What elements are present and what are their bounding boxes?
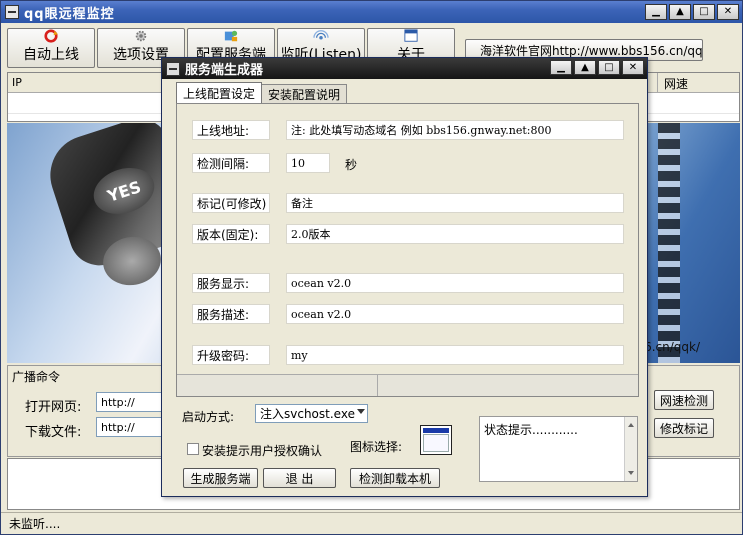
main-status-text: 未监听.... (9, 517, 61, 531)
interval-unit: 秒 (345, 158, 358, 172)
online-address-label: 上线地址: (192, 120, 270, 140)
scroll-up-icon[interactable] (628, 423, 634, 427)
generate-server-button[interactable]: 生成服务端 (183, 468, 258, 488)
main-titlebar[interactable]: qq眼远程监控 ▁ ▲ □ ✕ (1, 1, 742, 23)
main-title: qq眼远程监控 (24, 6, 115, 22)
chevron-down-icon[interactable] (357, 409, 365, 414)
auto-online-label: 自动上线 (23, 47, 79, 63)
auto-online-button[interactable]: 自动上线 (7, 28, 95, 68)
mark-input[interactable]: 备注 (286, 193, 624, 213)
window-app-icon (423, 434, 449, 452)
startup-select-value: 注入svchost.exe (260, 407, 355, 421)
upgrade-pwd-label: 升级密码: (192, 345, 270, 365)
service-desc-label: 服务描述: (192, 304, 270, 324)
upgrade-pwd-input[interactable]: my (286, 345, 624, 365)
server-generator-dialog: 服务端生成器 ▁ ▲ □ ✕ 上线配置设定 安装配置说明 上线地址: 注: 此处… (161, 57, 648, 497)
close-button[interactable]: ✕ (717, 4, 739, 20)
version-label: 版本(固定): (192, 224, 270, 244)
close-icon: ✕ (628, 61, 638, 73)
dialog-close-button[interactable]: ✕ (622, 60, 644, 75)
system-menu-icon[interactable] (5, 5, 19, 19)
restore-button[interactable]: ▲ (669, 4, 691, 20)
status-box-scrollbar[interactable] (624, 417, 637, 481)
download-file-input[interactable]: http:// (96, 417, 166, 437)
version-input: 2.0版本 (286, 224, 624, 244)
broadcast-legend: 广播命令 (12, 370, 61, 384)
tab-install-help[interactable]: 安装配置说明 (261, 84, 348, 103)
auto-online-icon (44, 29, 58, 43)
icon-preview-button[interactable] (420, 425, 452, 455)
minimize-icon: ▁ (557, 61, 565, 73)
exit-button[interactable]: 退 出 (263, 468, 336, 488)
dialog-minimize-button[interactable]: ▁ (550, 60, 572, 75)
dialog-restore-button[interactable]: ▲ (574, 60, 596, 75)
settings-gear-icon (135, 30, 147, 42)
dialog-maximize-button[interactable]: □ (598, 60, 620, 75)
service-display-input[interactable]: ocean v2.0 (286, 273, 624, 293)
close-icon: ✕ (723, 6, 733, 17)
tab-online-config[interactable]: 上线配置设定 (176, 82, 263, 103)
restore-up-icon: ▲ (581, 61, 589, 73)
interval-input[interactable]: 10 (286, 153, 330, 173)
minimize-button[interactable]: ▁ (645, 4, 667, 20)
install-prompt-checkbox[interactable] (187, 443, 199, 455)
about-window-icon (404, 29, 418, 42)
online-address-input[interactable]: 注: 此处填写动态域名 例如 bbs156.gnway.net:800 (286, 120, 624, 140)
service-desc-input[interactable]: ocean v2.0 (286, 304, 624, 324)
mark-label: 标记(可修改) (192, 193, 270, 213)
panel-status-divider (377, 375, 378, 396)
online-config-panel: 上线地址: 注: 此处填写动态域名 例如 bbs156.gnway.net:80… (176, 103, 639, 397)
column-ip[interactable]: IP (12, 76, 22, 89)
dialog-titlebar[interactable]: 服务端生成器 ▁ ▲ □ ✕ (162, 58, 647, 79)
minimize-icon: ▁ (652, 6, 660, 17)
restore-up-icon: ▲ (676, 6, 684, 17)
interval-label: 检测间隔: (192, 153, 270, 173)
icon-select-label: 图标选择: (350, 440, 403, 454)
server-config-icon (224, 30, 238, 42)
status-box[interactable]: 状态提示............ (479, 416, 638, 482)
listen-antenna-icon (313, 30, 329, 40)
dialog-title: 服务端生成器 (185, 63, 264, 78)
maximize-icon: □ (699, 6, 709, 17)
main-statusbar: 未监听.... (1, 512, 742, 534)
dialog-tabs: 上线配置设定 安装配置说明 (176, 82, 348, 103)
edit-mark-button[interactable]: 修改标记 (654, 418, 714, 438)
maximize-button[interactable]: □ (693, 4, 715, 20)
column-speed[interactable]: 网速 (657, 73, 709, 93)
download-file-label: 下载文件: (25, 425, 82, 440)
scroll-down-icon[interactable] (628, 471, 634, 475)
speed-test-button[interactable]: 网速检测 (654, 390, 714, 410)
maximize-icon: □ (604, 61, 614, 73)
startup-select[interactable]: 注入svchost.exe (255, 404, 368, 423)
panel-statusbar (177, 374, 638, 396)
open-web-label: 打开网页: (25, 400, 82, 415)
status-box-text: 状态提示............ (484, 423, 578, 437)
install-prompt-label: 安装提示用户授权确认 (202, 444, 323, 458)
service-display-label: 服务显示: (192, 273, 270, 293)
icon-preview-titlebar (423, 428, 449, 433)
startup-label: 启动方式: (182, 410, 235, 424)
dialog-system-menu-icon[interactable] (166, 61, 180, 76)
film-strip-graphic (658, 123, 680, 363)
detect-uninstall-button[interactable]: 检测卸载本机 (350, 468, 440, 488)
open-web-input[interactable]: http:// (96, 392, 166, 412)
